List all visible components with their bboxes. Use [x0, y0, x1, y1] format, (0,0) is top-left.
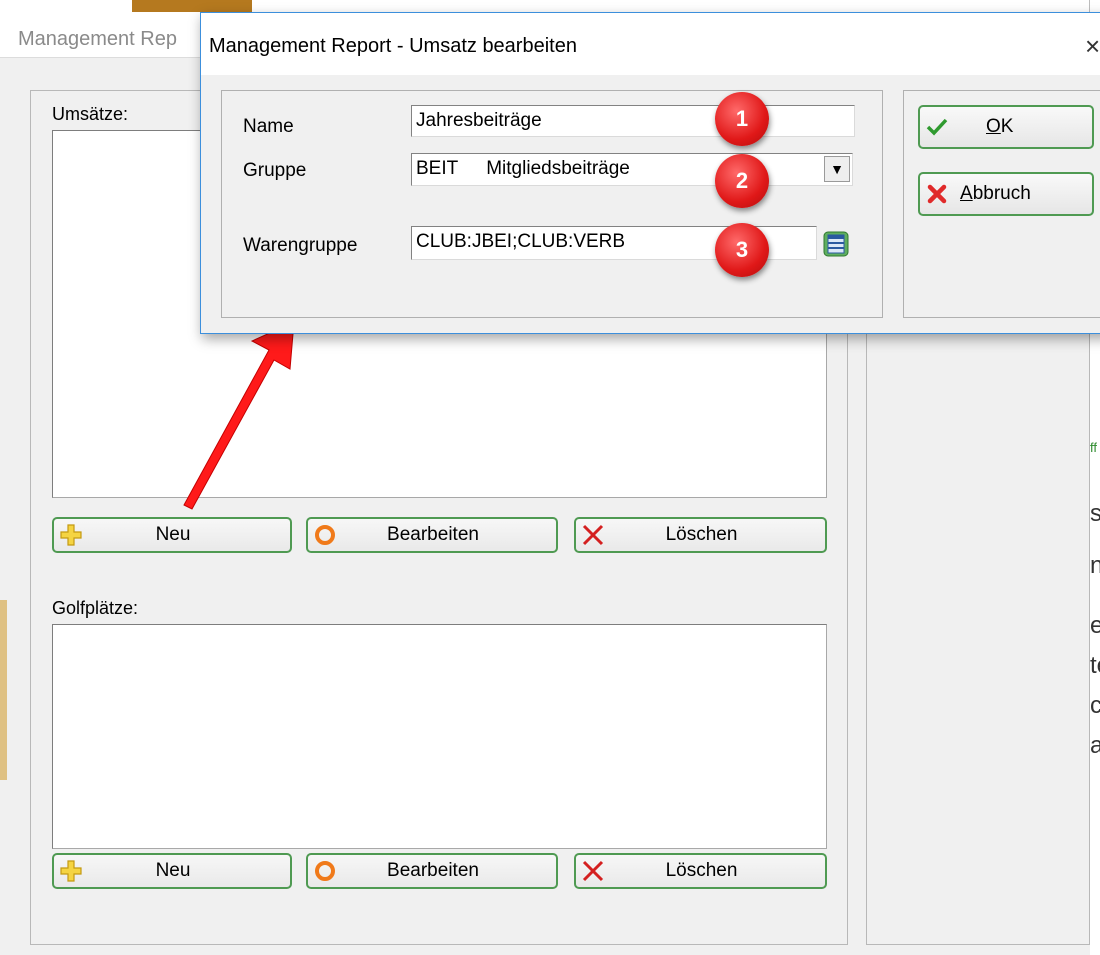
edit-revenue-dialog: Management Report - Umsatz bearbeiten × …: [200, 12, 1100, 334]
name-label: Name: [243, 116, 294, 137]
list-lookup-icon[interactable]: [823, 231, 849, 257]
annotation-badge-3: 3: [715, 223, 769, 277]
gruppe-label: Gruppe: [243, 160, 307, 181]
warengruppe-label: Warengruppe: [243, 235, 358, 256]
gruppe-text: Mitgliedsbeiträge: [486, 158, 630, 179]
gruppe-select[interactable]: BEIT Mitgliedsbeiträge ▼: [411, 153, 853, 186]
ok-label: OK: [986, 116, 1014, 137]
chevron-down-icon[interactable]: ▼: [824, 156, 850, 182]
name-input[interactable]: Jahresbeiträge: [411, 105, 855, 137]
annotation-badge-2: 2: [715, 154, 769, 208]
x-icon: [920, 184, 954, 204]
cancel-button[interactable]: Abbruch: [918, 172, 1094, 216]
annotation-badge-1: 1: [715, 92, 769, 146]
dialog-title: Management Report - Umsatz bearbeiten: [209, 35, 577, 57]
ok-button[interactable]: OK: [918, 105, 1094, 149]
close-icon[interactable]: ×: [1085, 31, 1100, 62]
cancel-label: Abbruch: [960, 183, 1031, 204]
gruppe-code: BEIT: [416, 158, 459, 179]
checkmark-icon: [920, 118, 954, 136]
